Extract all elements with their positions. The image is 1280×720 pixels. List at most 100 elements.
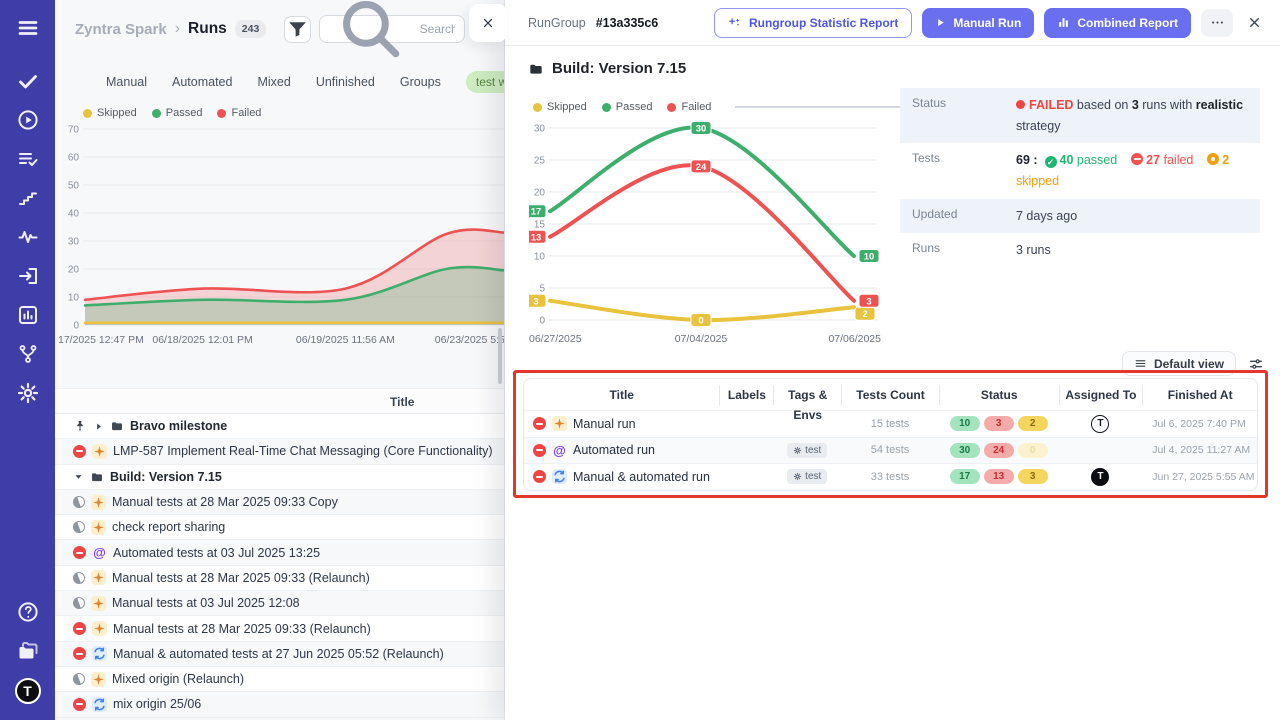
run-list-row[interactable]: Manual tests at 28 Mar 2025 09:33 Copy: [55, 490, 505, 515]
rungroup-id: #13a335c6: [596, 16, 659, 30]
sidebar-item-plans[interactable]: [16, 147, 40, 171]
run-list-row[interactable]: check report sharing: [55, 515, 505, 540]
chevron-right-icon[interactable]: [93, 421, 104, 432]
tab-unfinished[interactable]: Unfinished: [316, 75, 375, 89]
run-title: mix origin 25/06: [113, 697, 201, 711]
cell-assigned: T: [1059, 415, 1143, 433]
legend-dot: [667, 103, 676, 112]
tag-chip: test: [787, 469, 827, 484]
sidebar-item-settings[interactable]: [16, 381, 40, 405]
sidebar-footer: T: [15, 600, 41, 720]
sidebar-item-pulse[interactable]: [16, 225, 40, 249]
table-row[interactable]: @Automated runtest54 tests30240Jul 4, 20…: [524, 437, 1257, 464]
run-list-row[interactable]: LMP-587 Implement Real-Time Chat Messagi…: [55, 439, 505, 464]
scrollbar-thumb[interactable]: [498, 328, 502, 384]
table-body: Manual run15 tests1032TJul 6, 2025 7:40 …: [524, 410, 1257, 490]
svg-text:3: 3: [866, 296, 871, 307]
default-view-button[interactable]: Default view: [1122, 351, 1236, 376]
run-list-row[interactable]: Manual & automated tests at 27 Jun 2025 …: [55, 642, 505, 667]
mixed-run-icon: [92, 646, 107, 661]
combined-report-label: Combined Report: [1077, 16, 1178, 30]
drawer-close-button[interactable]: [1247, 15, 1262, 30]
tab-groups[interactable]: Groups: [400, 75, 441, 89]
tab-mixed[interactable]: Mixed: [257, 75, 290, 89]
svg-text:30: 30: [696, 124, 707, 135]
run-title: Mixed origin (Relaunch): [112, 672, 244, 686]
legend-item-skipped[interactable]: Skipped: [533, 101, 587, 113]
run-title: Automated run: [573, 443, 655, 457]
column-header-title[interactable]: Title: [524, 385, 719, 405]
status-pill-failed: 24: [984, 443, 1014, 458]
sidebar-item-analytics[interactable]: [16, 303, 40, 327]
sidebar-item-tests[interactable]: [16, 69, 40, 93]
sidebar-item-projects[interactable]: [16, 639, 40, 663]
sidebar-item-imports[interactable]: [16, 264, 40, 288]
run-list-row[interactable]: @Automated tests at 03 Jul 2025 13:25: [55, 540, 505, 565]
run-title: Manual & automated run: [573, 470, 710, 484]
run-list-row[interactable]: Manual tests at 28 Mar 2025 09:33 (Relau…: [55, 566, 505, 591]
runs-value: 3 runs: [1016, 240, 1248, 261]
run-list-row[interactable]: Build: Version 7.15: [55, 465, 505, 490]
cell-finished-at: Jul 4, 2025 11:27 AM: [1142, 444, 1257, 456]
column-title: Title: [390, 395, 414, 409]
manual-run-button[interactable]: Manual Run: [922, 8, 1034, 38]
svg-text:06/18/2025 12:01 PM: 06/18/2025 12:01 PM: [152, 334, 252, 346]
failed-minus-icon: [1131, 153, 1143, 165]
sidebar-item-milestones[interactable]: [16, 186, 40, 210]
cell-status: 1032: [939, 416, 1059, 431]
combined-report-button[interactable]: Combined Report: [1044, 8, 1191, 38]
legend-dot: [83, 109, 92, 118]
legend-label: Passed: [616, 101, 653, 113]
column-header-finished-at[interactable]: Finished At: [1142, 385, 1257, 405]
breadcrumb-project[interactable]: Zyntra Spark: [75, 21, 167, 38]
filter-button[interactable]: [284, 16, 311, 43]
legend-item-passed[interactable]: Passed: [602, 101, 653, 113]
svg-text:20: 20: [534, 188, 546, 199]
manual-run-icon: [92, 621, 107, 636]
status-failed-icon: [73, 647, 86, 660]
table-row[interactable]: Manual & automated runtest33 tests17133T…: [524, 463, 1257, 490]
sidebar-item-help[interactable]: [16, 600, 40, 624]
legend-item-failed[interactable]: Failed: [667, 101, 711, 113]
rungroup-label: RunGroup: [528, 16, 586, 30]
cell-tags: test: [773, 443, 841, 458]
tab-automated[interactable]: Automated: [172, 75, 232, 89]
sidebar-item-menu[interactable]: [16, 16, 40, 40]
status-pill-failed: 3: [984, 416, 1014, 431]
more-actions-button[interactable]: [1201, 9, 1233, 37]
svg-text:60: 60: [68, 153, 80, 164]
column-header-tests-count[interactable]: Tests Count: [841, 385, 939, 405]
cell-status: 17133: [939, 469, 1059, 484]
manual-run-icon: [92, 444, 107, 459]
legend-item-failed[interactable]: Failed: [217, 107, 261, 119]
table-row[interactable]: Manual run15 tests1032TJul 6, 2025 7:40 …: [524, 410, 1257, 437]
sidebar-item-branches[interactable]: [16, 342, 40, 366]
statistic-report-button[interactable]: Rungroup Statistic Report: [714, 8, 912, 38]
run-list-row[interactable]: Manual tests at 28 Mar 2025 09:33 (Relau…: [55, 616, 505, 641]
sidebar-item-runs[interactable]: [16, 108, 40, 132]
svg-text:30: 30: [534, 124, 546, 135]
detail-row-updated: Updated 7 days ago: [900, 199, 1260, 234]
column-header-status[interactable]: Status: [939, 385, 1059, 405]
legend-label: Passed: [166, 107, 203, 119]
svg-text:0: 0: [698, 316, 703, 327]
column-settings-icon[interactable]: [1248, 356, 1264, 372]
run-list-row[interactable]: mix origin 25/06: [55, 692, 505, 717]
user-avatar[interactable]: T: [15, 678, 41, 704]
run-list-row[interactable]: Bravo milestone: [55, 414, 505, 439]
search-input[interactable]: [420, 22, 455, 36]
filter-chip[interactable]: test work: [466, 71, 505, 93]
run-list-row[interactable]: Manual tests at 03 Jul 2025 12:08: [55, 591, 505, 616]
column-header-assigned-to[interactable]: Assigned To: [1059, 385, 1143, 405]
chevron-down-icon[interactable]: [73, 471, 84, 482]
play-icon: [935, 17, 946, 28]
column-header-labels[interactable]: Labels: [719, 385, 773, 405]
tab-manual[interactable]: Manual: [106, 75, 147, 89]
svg-text:25: 25: [534, 156, 546, 167]
run-list-row[interactable]: Mixed origin (Relaunch): [55, 667, 505, 692]
column-header-tags-envs[interactable]: Tags & Envs: [773, 385, 841, 405]
legend-item-passed[interactable]: Passed: [152, 107, 203, 119]
statistic-report-label: Rungroup Statistic Report: [749, 16, 898, 30]
panel-close-button[interactable]: [469, 4, 507, 42]
legend-item-skipped[interactable]: Skipped: [83, 107, 137, 119]
